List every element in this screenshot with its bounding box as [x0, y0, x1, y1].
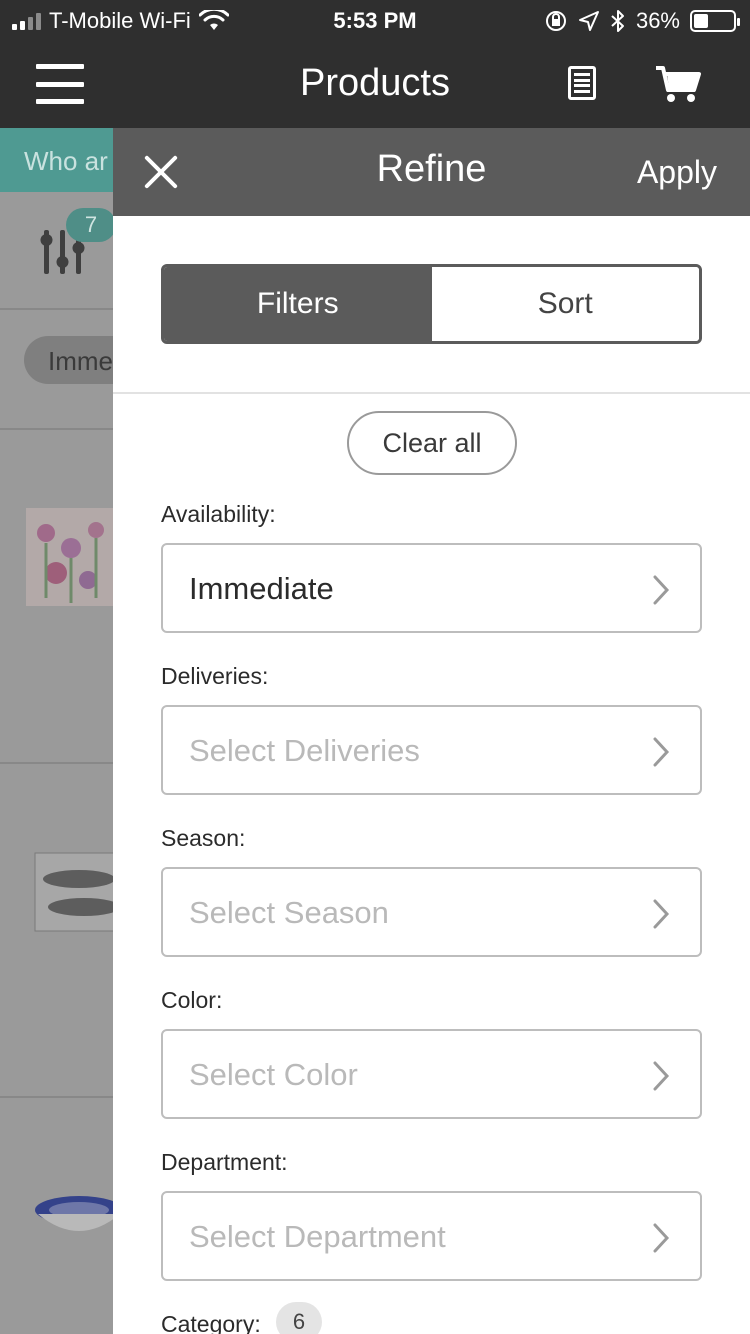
app-header: Products	[0, 40, 750, 128]
chevron-right-icon	[653, 737, 670, 767]
filters-sort-toggle: Filters Sort	[161, 264, 702, 344]
list-icon[interactable]	[568, 66, 596, 100]
divider	[113, 392, 750, 394]
color-label: Color:	[161, 987, 223, 1013]
color-select[interactable]: Select Color	[161, 1029, 702, 1119]
season-label: Season:	[161, 825, 246, 851]
category-label: Category:	[161, 1311, 261, 1334]
deliveries-placeholder: Select Deliveries	[189, 733, 420, 768]
season-select[interactable]: Select Season	[161, 867, 702, 957]
bluetooth-icon	[611, 10, 624, 32]
chevron-right-icon	[653, 575, 670, 605]
apply-button[interactable]: Apply	[637, 154, 717, 191]
tab-filters[interactable]: Filters	[164, 267, 432, 341]
battery-icon	[690, 10, 740, 32]
status-bar: T-Mobile Wi-Fi 5:53 PM 36%	[0, 0, 750, 40]
department-select[interactable]: Select Department	[161, 1191, 702, 1281]
page-title: Products	[300, 62, 450, 104]
color-placeholder: Select Color	[189, 1057, 358, 1092]
cart-icon[interactable]	[654, 64, 702, 104]
orientation-lock-icon	[545, 11, 566, 31]
season-placeholder: Select Season	[189, 895, 389, 930]
department-label: Department:	[161, 1149, 288, 1175]
blue-bowl-image	[35, 1196, 123, 1231]
chevron-right-icon	[653, 1061, 670, 1091]
deliveries-label: Deliveries:	[161, 663, 269, 689]
fish-tray-image	[34, 852, 124, 932]
department-placeholder: Select Department	[189, 1219, 446, 1254]
deliveries-select[interactable]: Select Deliveries	[161, 705, 702, 795]
category-count-badge: 6	[276, 1302, 322, 1334]
clear-all-button[interactable]: Clear all	[347, 411, 517, 475]
refine-panel: Refine Apply Filters Sort Clear all Avai…	[113, 128, 750, 1334]
availability-label: Availability:	[161, 501, 276, 527]
battery-percent: 36%	[635, 8, 680, 33]
chevron-right-icon	[653, 899, 670, 929]
availability-select[interactable]: Immediate	[161, 543, 702, 633]
location-icon	[578, 11, 599, 31]
chevron-right-icon	[653, 1223, 670, 1253]
refine-header: Refine Apply	[113, 128, 750, 216]
filter-count-badge: 7	[66, 208, 116, 242]
floral-product-image	[26, 508, 116, 606]
availability-value: Immediate	[189, 571, 334, 606]
tab-sort[interactable]: Sort	[431, 267, 699, 341]
